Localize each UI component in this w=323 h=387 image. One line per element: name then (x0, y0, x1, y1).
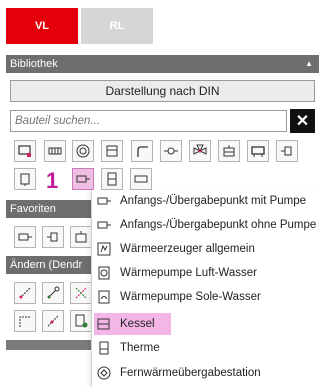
section-bibliothek-title: Bibliothek (10, 58, 58, 70)
menu-item-kessel[interactable]: Kessel (92, 313, 323, 335)
heat-pump-brine-icon (98, 290, 110, 304)
transition-point-icon[interactable] (72, 168, 94, 190)
tank-icon[interactable] (70, 226, 92, 248)
component-icon[interactable] (14, 140, 36, 162)
heat-pump-air-icon (98, 266, 110, 280)
menu-item-district-heating[interactable]: Fernwärmeübergabestation (92, 362, 323, 384)
collapsed-section-bar (6, 340, 92, 350)
menu-item-label: Anfangs-/Übergabepunkt mit Pumpe (120, 195, 307, 207)
transition-point-icon (97, 221, 111, 229)
district-heating-icon (97, 366, 111, 380)
menu-item-therme[interactable]: Therme (92, 337, 323, 359)
tab-vl[interactable]: VL (6, 8, 78, 44)
component-search-input[interactable] (10, 110, 287, 132)
menu-item-heat-generator[interactable]: Wärmeerzeuger allgemein (92, 238, 323, 260)
valve-icon[interactable] (160, 140, 182, 162)
transition-pump-icon (97, 197, 111, 205)
component-dropdown-menu: Anfangs-/Übergabepunkt mit Pumpe Anfangs… (91, 190, 323, 387)
rectangle-icon[interactable] (130, 168, 152, 190)
connector-icon[interactable] (42, 226, 64, 248)
close-icon[interactable]: ✕ (290, 109, 315, 133)
step-number-badge: 1 (46, 168, 59, 193)
storage-icon[interactable] (14, 168, 36, 190)
menu-item-heat-pump-air[interactable]: Wärmepumpe Luft-Wasser (92, 262, 323, 284)
tank-icon[interactable] (218, 140, 240, 162)
menu-item-transition-no-pump[interactable]: Anfangs-/Übergabepunkt ohne Pumpe (92, 214, 323, 236)
menu-item-label: Anfangs-/Übergabepunkt ohne Pumpe (120, 219, 317, 231)
transition-point-icon[interactable] (14, 226, 36, 248)
menu-item-label: Wärmepumpe Sole-Wasser (120, 291, 261, 303)
pipe-bend-icon[interactable] (131, 140, 153, 162)
menu-item-heat-pump-brine[interactable]: Wärmepumpe Sole-Wasser (92, 286, 323, 308)
menu-item-label: Wärmepumpe Luft-Wasser (120, 267, 257, 279)
section-aendern-title: Ändern (Dendr (10, 259, 83, 271)
corner-icon[interactable] (14, 310, 36, 332)
generator-icon[interactable] (101, 168, 123, 190)
boiler-icon (97, 318, 110, 330)
heat-generator-icon (97, 242, 111, 256)
boiler-icon[interactable] (101, 140, 123, 162)
menu-item-transition-pump[interactable]: Anfangs-/Übergabepunkt mit Pumpe (92, 190, 323, 212)
connector-icon[interactable] (276, 140, 298, 162)
heater-icon[interactable] (247, 140, 269, 162)
cut-icon[interactable] (70, 282, 92, 304)
section-aendern-header[interactable]: Ändern (Dendr (6, 256, 92, 274)
menu-item-label: Kessel (120, 318, 155, 330)
mixer-valve-icon[interactable] (189, 140, 211, 162)
new-doc-icon[interactable] (70, 310, 92, 332)
collapse-caret-icon[interactable]: ▲ (305, 59, 313, 68)
menu-item-label: Therme (120, 342, 160, 354)
menu-item-label: Fernwärmeübergabestation (120, 367, 261, 379)
circle-pump-icon[interactable] (72, 140, 94, 162)
section-favoriten-title: Favoriten (10, 203, 56, 215)
din-display-button[interactable]: Darstellung nach DIN (10, 80, 315, 102)
section-bibliothek-header[interactable]: Bibliothek ▲ (6, 55, 319, 73)
library-panel: VL RL Bibliothek ▲ Darstellung nach DIN … (0, 0, 323, 387)
section-favoriten-header[interactable]: Favoriten (6, 200, 92, 218)
radiator-icon[interactable] (44, 140, 66, 162)
edit-points-icon[interactable] (14, 282, 36, 304)
menu-item-label: Wärmeerzeuger allgemein (120, 243, 255, 255)
edge-icon[interactable] (42, 310, 64, 332)
add-node-icon[interactable] (42, 282, 64, 304)
therme-icon (99, 341, 109, 355)
tab-rl[interactable]: RL (81, 8, 153, 44)
